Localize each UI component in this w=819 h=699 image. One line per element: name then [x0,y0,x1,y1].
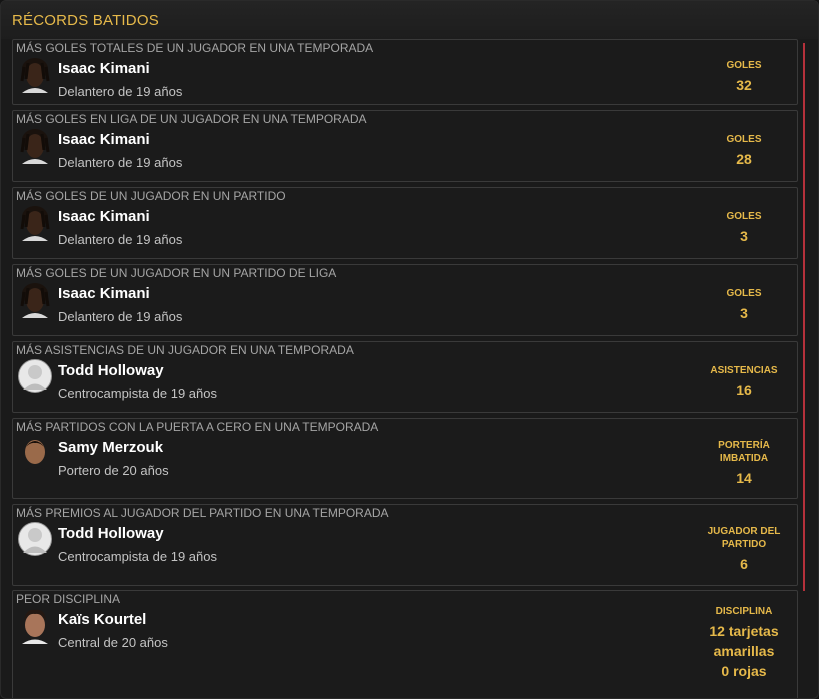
player-name-link[interactable]: Todd Holloway [58,362,164,379]
records-panel: RÉCORDS BATIDOS MÁS GOLES TOTALES DE UN … [0,0,819,699]
stat-label: GOLES [726,211,762,222]
player-avatar-player-photo-dark-skin-dreadlocks-icon[interactable] [18,126,52,164]
player-name-link[interactable]: Isaac Kimani [58,131,150,148]
stat-value: 14 [736,470,752,486]
player-description: Delantero de 19 años [58,309,183,324]
record-card[interactable]: MÁS PREMIOS AL JUGADOR DEL PARTIDO EN UN… [12,504,798,586]
stat-label: PORTERÍA [718,440,770,451]
panel-header: RÉCORDS BATIDOS [1,1,818,39]
stat-label: DISCIPLINA [715,606,773,617]
player-avatar-player-photo-dark-hair-icon[interactable] [18,434,52,472]
record-title: MÁS GOLES TOTALES DE UN JUGADOR EN UNA T… [16,41,374,55]
record-stat: GOLES 32 [699,59,789,95]
stat-value: 0 rojas [721,663,767,679]
stat-label: ASISTENCIAS [710,365,778,376]
stat-value: 3 [740,305,748,321]
stat-value: 32 [736,77,752,93]
record-stat: GOLES 3 [699,210,789,246]
stat-label: IMBATIDA [719,453,769,464]
player-name-link[interactable]: Isaac Kimani [58,285,150,302]
stat-label: GOLES [726,134,762,145]
player-name-link[interactable]: Kaïs Kourtel [58,611,146,628]
record-title: MÁS GOLES DE UN JUGADOR EN UN PARTIDO [16,189,286,203]
panel-title: RÉCORDS BATIDOS [12,12,159,29]
record-card[interactable]: MÁS GOLES DE UN JUGADOR EN UN PARTIDO DE… [12,264,798,336]
player-description: Delantero de 19 años [58,155,183,170]
stat-value: 12 tarjetas [709,623,779,639]
record-title: MÁS GOLES EN LIGA DE UN JUGADOR EN UNA T… [16,112,367,126]
stat-label: GOLES [726,60,762,71]
record-stat: DISCIPLINA 12 tarjetas amarillas 0 rojas [699,605,789,681]
player-avatar-player-photo-dark-skin-dreadlocks-icon[interactable] [18,55,52,93]
player-description: Central de 20 años [58,635,168,650]
record-stat: PORTERÍA IMBATIDA 14 [699,439,789,488]
record-card[interactable]: PEOR DISCIPLINA Kaïs Kourtel Central de 20… [12,590,798,698]
record-title: PEOR DISCIPLINA [16,592,121,606]
record-stat: JUGADOR DEL PARTIDO 6 [699,525,789,574]
stat-label: PARTIDO [721,539,767,550]
record-title: MÁS ASISTENCIAS DE UN JUGADOR EN UNA TEM… [16,343,354,357]
player-avatar-player-photo-dark-skin-dreadlocks-icon[interactable] [18,203,52,241]
stat-value: 16 [736,382,752,398]
record-stat: ASISTENCIAS 16 [699,364,789,400]
record-stat: GOLES 28 [699,133,789,169]
stat-value: 3 [740,228,748,244]
record-title: MÁS GOLES DE UN JUGADOR EN UN PARTIDO DE… [16,266,337,280]
stat-label: GOLES [726,288,762,299]
player-description: Portero de 20 años [58,463,169,478]
player-name-link[interactable]: Isaac Kimani [58,60,150,77]
record-title: MÁS PARTIDOS CON LA PUERTA A CERO EN UNA… [16,420,379,434]
player-description: Delantero de 19 años [58,232,183,247]
player-description: Delantero de 19 años [58,84,183,99]
record-card[interactable]: MÁS GOLES TOTALES DE UN JUGADOR EN UNA T… [12,39,798,105]
player-avatar-player-photo-curly-hair-icon[interactable] [18,606,52,644]
record-card[interactable]: MÁS ASISTENCIAS DE UN JUGADOR EN UNA TEM… [12,341,798,413]
player-avatar-player-photo-dark-skin-dreadlocks-icon[interactable] [18,280,52,318]
scrollbar[interactable] [803,43,805,591]
player-description: Centrocampista de 19 años [58,386,217,401]
record-card[interactable]: MÁS GOLES DE UN JUGADOR EN UN PARTIDO Isa… [12,187,798,259]
player-name-link[interactable]: Samy Merzouk [58,439,163,456]
player-description: Centrocampista de 19 años [58,549,217,564]
record-stat: GOLES 3 [699,287,789,323]
stat-value: 28 [736,151,752,167]
records-list[interactable]: MÁS GOLES TOTALES DE UN JUGADOR EN UNA T… [12,39,801,698]
record-card[interactable]: MÁS PARTIDOS CON LA PUERTA A CERO EN UNA… [12,418,798,499]
player-avatar-player-silhouette-placeholder-icon[interactable] [18,520,52,558]
stat-value: 6 [740,556,748,572]
record-card[interactable]: MÁS GOLES EN LIGA DE UN JUGADOR EN UNA T… [12,110,798,182]
player-name-link[interactable]: Todd Holloway [58,525,164,542]
stat-value: amarillas [713,643,775,659]
record-title: MÁS PREMIOS AL JUGADOR DEL PARTIDO EN UN… [16,506,389,520]
stat-label: JUGADOR DEL [707,526,781,537]
player-name-link[interactable]: Isaac Kimani [58,208,150,225]
player-avatar-player-silhouette-placeholder-icon[interactable] [18,357,52,395]
